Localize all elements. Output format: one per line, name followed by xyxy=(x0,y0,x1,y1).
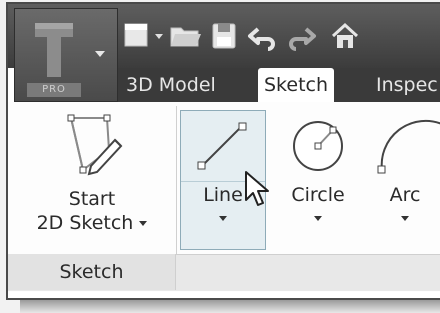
circle-button[interactable]: Circle xyxy=(278,114,358,229)
chevron-down-icon xyxy=(314,216,322,221)
start-sketch-icon xyxy=(67,114,123,176)
chevron-down-icon xyxy=(95,51,105,57)
tab-sketch[interactable]: Sketch xyxy=(258,68,335,102)
line-icon xyxy=(197,122,247,170)
chevron-down-icon xyxy=(401,216,409,221)
chevron-down-icon xyxy=(139,221,148,226)
new-icon[interactable] xyxy=(122,20,166,52)
undo-icon[interactable] xyxy=(246,20,280,52)
arc-button[interactable]: Arc xyxy=(368,114,440,229)
inventor-logo-icon xyxy=(35,23,73,77)
circle-label: Circle xyxy=(291,184,345,206)
arc-icon xyxy=(377,119,440,174)
chevron-down-icon xyxy=(219,216,227,221)
open-icon[interactable] xyxy=(168,20,204,52)
circle-icon xyxy=(293,121,343,171)
start-sketch-label-2: 2D Sketch xyxy=(26,211,158,235)
tab-inspect[interactable]: Inspec xyxy=(370,68,440,102)
redo-icon[interactable] xyxy=(284,20,318,52)
tab-3d-model[interactable]: 3D Model xyxy=(120,68,222,102)
sketch-panel-title[interactable]: Sketch xyxy=(8,254,176,290)
application-menu-button[interactable]: PRO xyxy=(14,8,118,102)
start-2d-sketch-button[interactable]: Start 2D Sketch xyxy=(26,110,158,235)
application-window: PRO 3D Model Sketch Inspec Start 2D Sket… xyxy=(6,2,440,300)
pro-badge: PRO xyxy=(27,83,81,97)
window-shadow xyxy=(20,300,440,313)
arc-label: Arc xyxy=(389,184,421,206)
home-icon[interactable] xyxy=(328,20,362,52)
save-icon[interactable] xyxy=(210,20,240,52)
ribbon-tabs: 3D Model Sketch Inspec xyxy=(118,68,440,102)
mouse-cursor-icon xyxy=(245,171,269,206)
start-sketch-label-1: Start xyxy=(68,188,116,210)
